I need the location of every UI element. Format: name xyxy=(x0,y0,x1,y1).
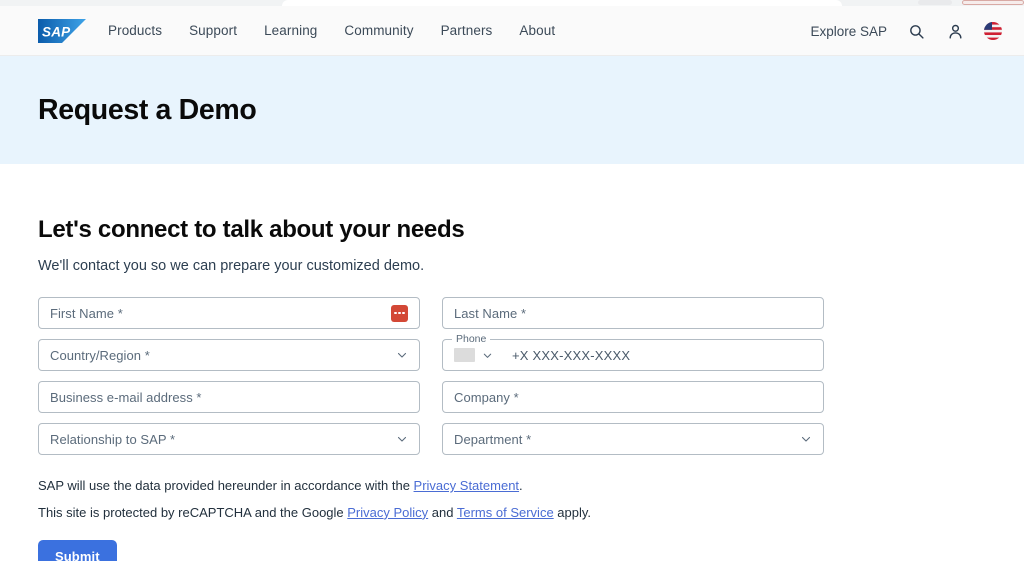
dot xyxy=(394,311,397,315)
privacy-statement-text-before: SAP will use the data provided hereunder… xyxy=(38,478,414,493)
legal-disclaimer: SAP will use the data provided hereunder… xyxy=(38,477,986,523)
nav-item: Community xyxy=(344,22,413,40)
nav-link-learning[interactable]: Learning xyxy=(264,23,317,38)
page-title: Request a Demo xyxy=(38,93,257,126)
country-region-select[interactable]: Country/Region * xyxy=(38,339,420,371)
first-name-field[interactable]: First Name * xyxy=(38,297,420,329)
recaptcha-line: This site is protected by reCAPTCHA and … xyxy=(38,504,986,523)
search-icon[interactable] xyxy=(906,21,926,41)
chevron-down-icon[interactable] xyxy=(482,350,493,361)
nav-item: Learning xyxy=(264,22,317,40)
first-name-placeholder: First Name * xyxy=(50,305,123,321)
privacy-statement-line: SAP will use the data provided hereunder… xyxy=(38,477,986,496)
recaptcha-text-mid: and xyxy=(428,504,457,520)
explore-sap-link[interactable]: Explore SAP xyxy=(810,24,887,39)
phone-country-flag-icon[interactable] xyxy=(454,348,475,362)
nav-link-products[interactable]: Products xyxy=(108,23,162,38)
department-select[interactable]: Department * xyxy=(442,423,824,455)
phone-field-legend: Phone xyxy=(452,333,491,345)
nav-link-support[interactable]: Support xyxy=(189,23,237,38)
main-content: Let's connect to talk about your needs W… xyxy=(0,164,1024,561)
relationship-to-sap-select[interactable]: Relationship to SAP * xyxy=(38,423,420,455)
sap-logo-icon: SAP xyxy=(38,19,86,43)
us-flag-icon[interactable] xyxy=(984,22,1002,40)
phone-placeholder: +X XXX-XXX-XXXX xyxy=(512,347,631,363)
last-name-field[interactable]: Last Name * xyxy=(442,297,824,329)
phone-field[interactable]: Phone +X XXX-XXX-XXXX xyxy=(442,333,824,371)
nav-right-group: Explore SAP xyxy=(810,21,1002,41)
lastpass-autofill-icon[interactable] xyxy=(391,304,408,322)
google-privacy-policy-link[interactable]: Privacy Policy xyxy=(347,505,428,520)
privacy-statement-text-after: . xyxy=(519,478,523,493)
dot xyxy=(402,311,405,315)
nav-item: Partners xyxy=(441,22,493,40)
demo-request-form: First Name * Last Name * Country/Region … xyxy=(38,297,824,455)
nav-item: About xyxy=(519,22,555,40)
nav-link-community[interactable]: Community xyxy=(344,23,413,38)
business-email-placeholder: Business e-mail address * xyxy=(50,389,202,405)
country-region-placeholder: Country/Region * xyxy=(50,347,150,363)
user-icon[interactable] xyxy=(945,21,965,41)
relationship-to-sap-placeholder: Relationship to SAP * xyxy=(50,431,176,447)
top-navigation-bar: SAP Products Support Learning Community … xyxy=(0,6,1024,56)
recaptcha-text-after: apply. xyxy=(553,504,592,520)
recaptcha-text-before: This site is protected by reCAPTCHA and … xyxy=(38,504,348,520)
sap-logo[interactable]: SAP xyxy=(38,19,86,43)
section-heading: Let's connect to talk about your needs xyxy=(38,216,465,243)
submit-button[interactable]: Submit xyxy=(38,539,117,561)
nav-link-partners[interactable]: Partners xyxy=(441,23,493,38)
privacy-statement-link[interactable]: Privacy Statement xyxy=(414,478,520,493)
nav-item: Support xyxy=(189,22,237,40)
company-placeholder: Company * xyxy=(454,389,519,405)
intro-block: Let's connect to talk about your needs W… xyxy=(38,216,986,274)
chevron-down-icon xyxy=(397,352,407,358)
hero-banner: Request a Demo xyxy=(0,56,1024,164)
business-email-field[interactable]: Business e-mail address * xyxy=(38,381,420,413)
department-placeholder: Department * xyxy=(454,431,532,447)
browser-profile-button[interactable] xyxy=(962,0,1024,5)
last-name-placeholder: Last Name * xyxy=(454,305,527,321)
google-terms-of-service-link[interactable]: Terms of Service xyxy=(457,505,554,520)
svg-text:SAP: SAP xyxy=(42,25,71,40)
browser-toolbar-button[interactable] xyxy=(918,0,952,5)
section-subheading: We'll contact you so we can prepare your… xyxy=(38,258,425,274)
primary-nav: Products Support Learning Community Part… xyxy=(108,22,555,40)
company-field[interactable]: Company * xyxy=(442,381,824,413)
chevron-down-icon xyxy=(397,436,407,442)
nav-item: Products xyxy=(108,22,162,40)
chevron-down-icon xyxy=(801,436,811,442)
nav-link-about[interactable]: About xyxy=(519,23,555,38)
dot xyxy=(398,311,401,315)
